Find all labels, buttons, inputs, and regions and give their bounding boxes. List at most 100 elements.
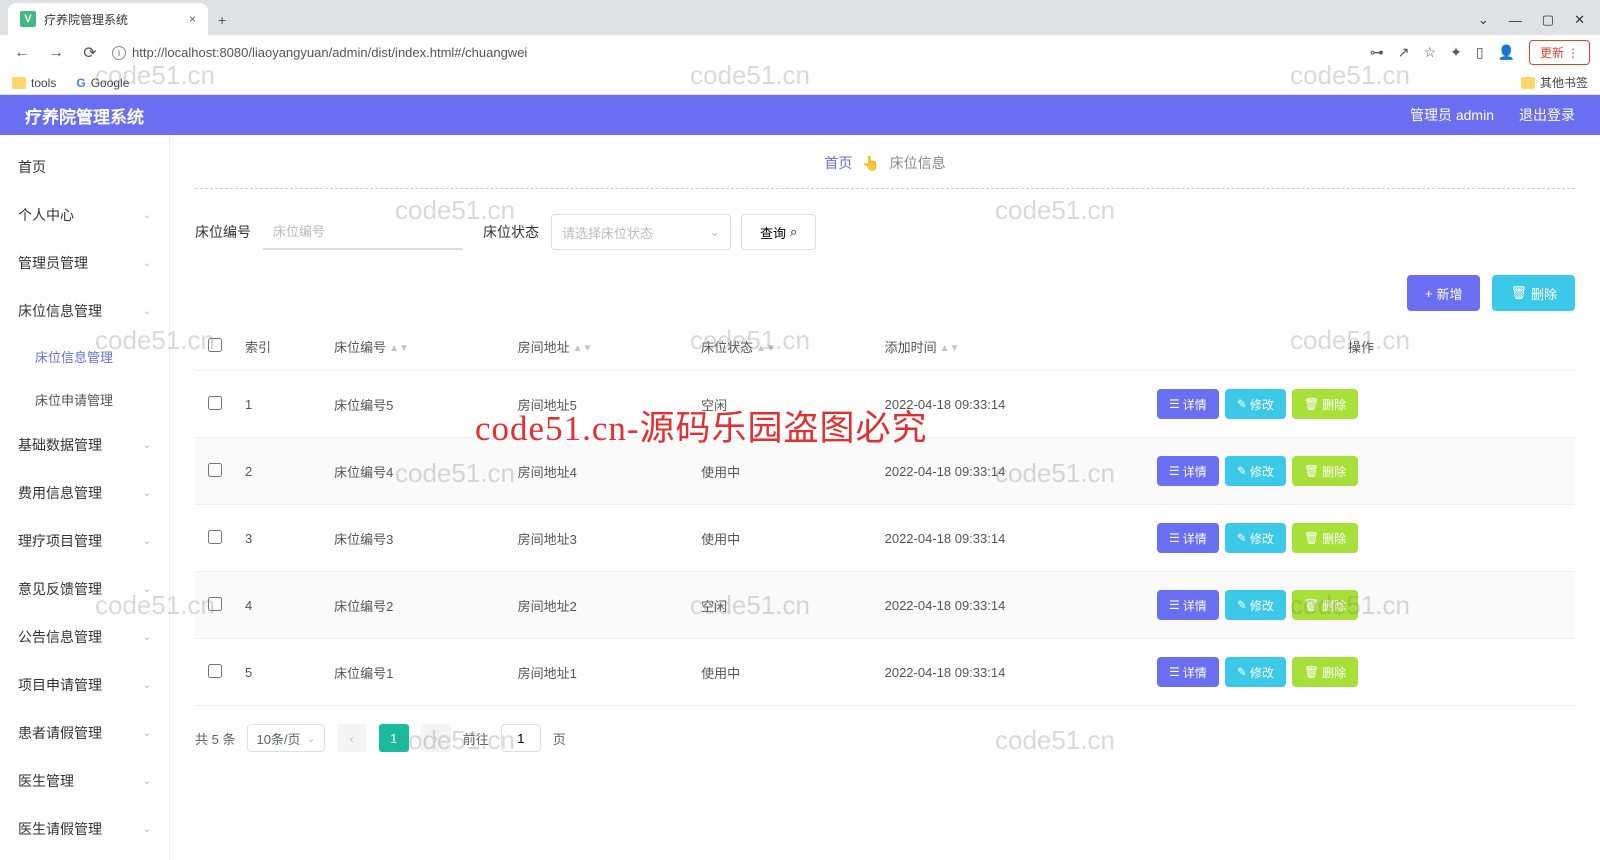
row-delete-button[interactable]: 🗑 删除 (1292, 389, 1358, 419)
pager-next-button[interactable]: › (421, 724, 451, 752)
detail-button[interactable]: ☰ 详情 (1157, 657, 1219, 687)
add-button[interactable]: +新增 (1407, 275, 1481, 311)
chevron-down-icon: ⌄ (709, 224, 720, 240)
filter-label-bedno: 床位编号 (195, 222, 251, 242)
edit-icon: ✎ (1237, 464, 1247, 478)
row-delete-button[interactable]: 🗑 删除 (1292, 590, 1358, 620)
reload-icon[interactable]: ⟳ (78, 43, 102, 63)
cell-index: 5 (235, 639, 324, 706)
bookmark-tools[interactable]: tools (12, 76, 56, 90)
sidebar-item[interactable]: 费用信息管理⌄ (0, 469, 169, 517)
pager-goto-suffix: 页 (553, 729, 566, 748)
new-tab-button[interactable]: + (208, 5, 236, 35)
maximize-icon[interactable]: ▢ (1542, 12, 1554, 28)
pagination: 共 5 条 10条/页⌄ ‹ 1 › 前往 页 (195, 706, 1575, 770)
th-bedno: 床位编号▲▼ (324, 323, 508, 371)
sort-icon[interactable]: ▲▼ (940, 346, 960, 352)
key-icon[interactable]: ⊶ (1370, 44, 1384, 61)
edit-button[interactable]: ✎ 修改 (1225, 523, 1286, 553)
update-button[interactable]: 更新 ⋮ (1529, 40, 1590, 65)
status-select[interactable]: 请选择床位状态 ⌄ (551, 214, 731, 250)
detail-button[interactable]: ☰ 详情 (1157, 389, 1219, 419)
row-checkbox[interactable] (208, 664, 222, 678)
sidebar: 首页个人中心⌄管理员管理⌄床位信息管理⌄床位信息管理床位申请管理基础数据管理⌄费… (0, 135, 170, 860)
chevron-down-icon: ⌄ (143, 210, 151, 221)
sidebar-item[interactable]: 医生请假管理⌄ (0, 805, 169, 853)
sidebar-item[interactable]: 管理员管理⌄ (0, 239, 169, 287)
panel-icon[interactable]: ▯ (1476, 44, 1484, 61)
chevron-down-icon: ⌄ (143, 824, 151, 835)
row-delete-button[interactable]: 🗑 删除 (1292, 657, 1358, 687)
google-icon: G (76, 76, 85, 90)
sidebar-item[interactable]: 床位信息管理⌄ (0, 287, 169, 335)
sidebar-subitem[interactable]: 床位信息管理 (0, 335, 169, 378)
cell-time: 2022-04-18 09:33:14 (875, 572, 1147, 639)
browser-tab[interactable]: V 疗养院管理系统 × (8, 3, 208, 35)
delete-button[interactable]: 🗑删除 (1492, 275, 1575, 311)
user-label[interactable]: 管理员 admin (1410, 105, 1494, 125)
edit-button[interactable]: ✎ 修改 (1225, 590, 1286, 620)
url-text: http://localhost:8080/liaoyangyuan/admin… (132, 45, 527, 60)
row-checkbox[interactable] (208, 530, 222, 544)
caret-down-icon[interactable]: ⌄ (1478, 12, 1489, 28)
sidebar-item[interactable]: 医生管理⌄ (0, 757, 169, 805)
sort-icon[interactable]: ▲▼ (756, 346, 776, 352)
sort-icon[interactable]: ▲▼ (573, 346, 593, 352)
table-row: 1 床位编号5 房间地址5 空闲 2022-04-18 09:33:14 ☰ 详… (195, 371, 1575, 438)
detail-button[interactable]: ☰ 详情 (1157, 590, 1219, 620)
detail-button[interactable]: ☰ 详情 (1157, 523, 1219, 553)
edit-button[interactable]: ✎ 修改 (1225, 657, 1286, 687)
sidebar-item[interactable]: 个人中心⌄ (0, 191, 169, 239)
filter-row: 床位编号 床位状态 请选择床位状态 ⌄ 查询 ⌕ (195, 189, 1575, 265)
pager-goto-input[interactable] (501, 724, 541, 752)
forward-icon[interactable]: → (44, 44, 68, 62)
list-icon: ☰ (1169, 665, 1180, 679)
sidebar-item[interactable]: 意见反馈管理⌄ (0, 565, 169, 613)
chevron-down-icon: ⌄ (143, 258, 151, 269)
query-button[interactable]: 查询 ⌕ (741, 214, 816, 250)
edit-button[interactable]: ✎ 修改 (1225, 456, 1286, 486)
pager-size-select[interactable]: 10条/页⌄ (247, 724, 324, 752)
breadcrumb-home[interactable]: 首页 (824, 155, 852, 171)
bookmark-google[interactable]: GGoogle (76, 76, 129, 90)
row-checkbox[interactable] (208, 396, 222, 410)
sidebar-item[interactable]: 项目申请管理⌄ (0, 661, 169, 709)
row-checkbox[interactable] (208, 463, 222, 477)
edit-button[interactable]: ✎ 修改 (1225, 389, 1286, 419)
detail-button[interactable]: ☰ 详情 (1157, 456, 1219, 486)
puzzle-icon[interactable]: ✦ (1450, 44, 1462, 61)
bookmark-other[interactable]: 其他书签 (1521, 74, 1588, 91)
tab-title: 疗养院管理系统 (44, 11, 128, 28)
row-checkbox[interactable] (208, 597, 222, 611)
back-icon[interactable]: ← (10, 44, 34, 62)
row-delete-button[interactable]: 🗑 删除 (1292, 456, 1358, 486)
star-icon[interactable]: ☆ (1424, 44, 1437, 61)
chevron-down-icon: ⌄ (143, 728, 151, 739)
logout-button[interactable]: 退出登录 (1519, 105, 1575, 125)
cell-index: 1 (235, 371, 324, 438)
cell-status: 空闲 (691, 572, 875, 639)
window-close-icon[interactable]: ✕ (1574, 12, 1585, 28)
url-field[interactable]: i http://localhost:8080/liaoyangyuan/adm… (112, 45, 1360, 60)
edit-icon: ✎ (1237, 531, 1247, 545)
th-ops: 操作 (1147, 323, 1575, 371)
bedno-input[interactable] (263, 214, 463, 250)
sidebar-item[interactable]: 首页 (0, 143, 169, 191)
sort-icon[interactable]: ▲▼ (389, 346, 409, 352)
sidebar-item[interactable]: 理疗项目管理⌄ (0, 517, 169, 565)
sidebar-subitem[interactable]: 床位申请管理 (0, 378, 169, 421)
pager-prev-button[interactable]: ‹ (337, 724, 367, 752)
data-table: 索引 床位编号▲▼ 房间地址▲▼ 床位状态▲▼ 添加时间▲▼ 操作 1 床位编号… (195, 323, 1575, 706)
select-all-checkbox[interactable] (208, 338, 222, 352)
sidebar-item[interactable]: 患者请假管理⌄ (0, 709, 169, 757)
sidebar-item[interactable]: 基础数据管理⌄ (0, 421, 169, 469)
avatar-icon[interactable]: 👤 (1498, 44, 1515, 61)
sidebar-item[interactable]: 公告信息管理⌄ (0, 613, 169, 661)
minimize-icon[interactable]: — (1509, 13, 1522, 28)
pager-page-1[interactable]: 1 (379, 724, 409, 752)
close-tab-icon[interactable]: × (189, 12, 196, 26)
row-delete-button[interactable]: 🗑 删除 (1292, 523, 1358, 553)
trash-icon: 🗑 (1304, 598, 1319, 612)
cell-addr: 房间地址3 (508, 505, 692, 572)
share-icon[interactable]: ↗ (1398, 44, 1410, 61)
